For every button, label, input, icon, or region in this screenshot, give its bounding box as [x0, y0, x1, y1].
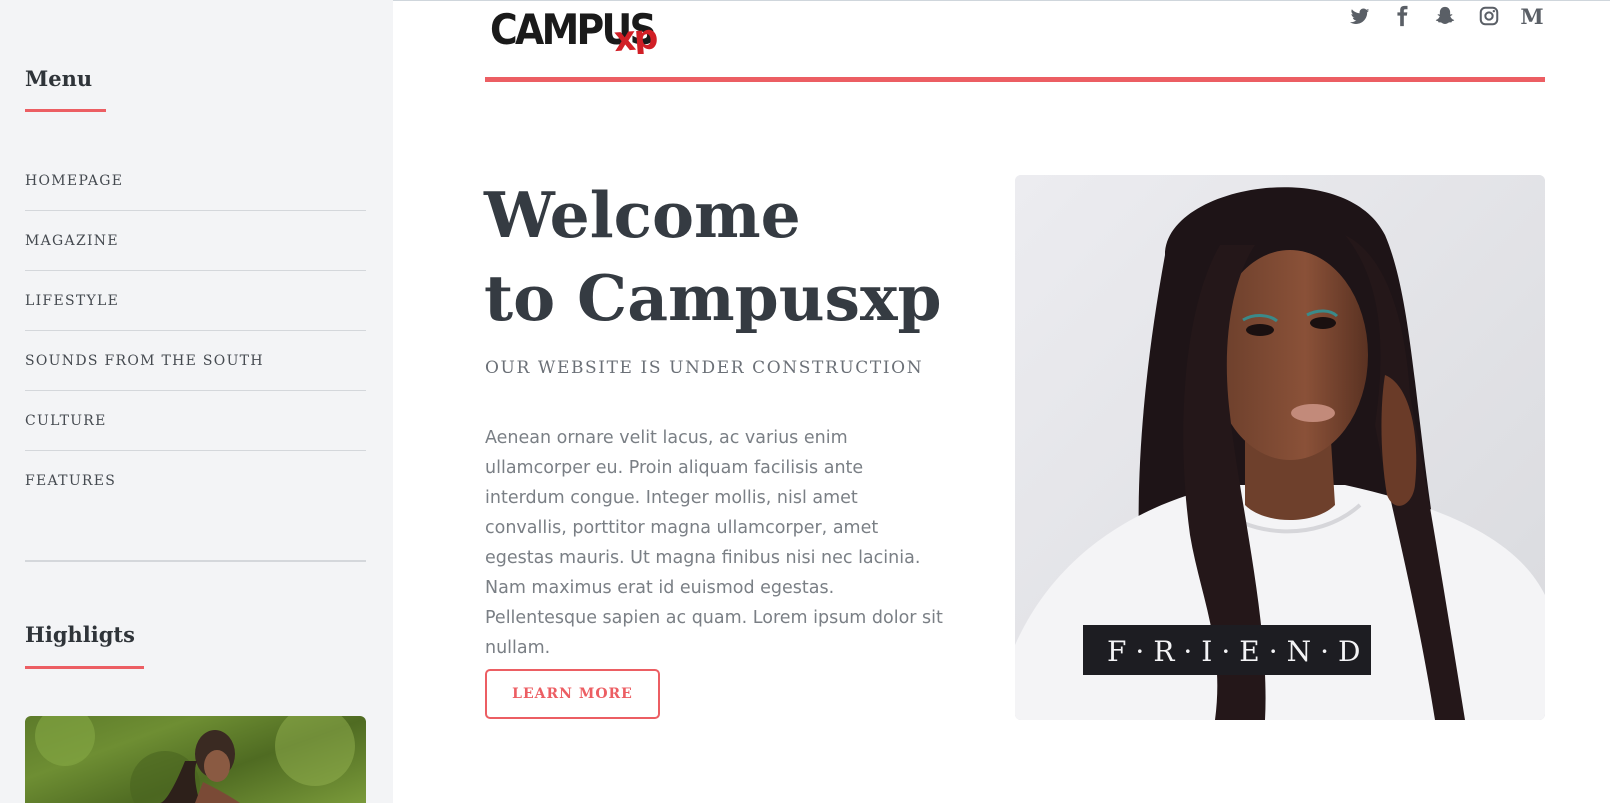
highlight-card-image[interactable] [25, 716, 366, 803]
learn-more-button[interactable]: LEARN MORE [485, 669, 660, 719]
highlights-heading: Highligts [25, 622, 135, 647]
sidebar-item-magazine[interactable]: MAGAZINE [25, 211, 366, 271]
snapchat-icon[interactable] [1433, 4, 1457, 28]
portrait-illustration: F·R·I·E·N·D [1015, 175, 1545, 720]
svg-text:xp: xp [613, 17, 659, 54]
hero-title-line-1: Welcome [484, 178, 801, 252]
menu-divider [25, 560, 366, 562]
sidebar: Menu HOMEPAGE MAGAZINE LIFESTYLE SOUNDS … [0, 0, 393, 803]
sidebar-item-label: MAGAZINE [25, 232, 119, 249]
sidebar-item-label: FEATURES [25, 472, 117, 489]
highlight-photo [35, 716, 355, 803]
sidebar-item-label: CULTURE [25, 412, 107, 429]
hero-title: Welcome to Campusxp [484, 174, 964, 340]
sidebar-item-label: LIFESTYLE [25, 292, 120, 309]
sidebar-item-lifestyle[interactable]: LIFESTYLE [25, 271, 366, 331]
menu-heading: Menu [25, 66, 93, 91]
campusxp-logo[interactable]: CAMPUS xp [490, 0, 660, 60]
shirt-print: F·R·I·E·N·D [1107, 635, 1369, 668]
menu-heading-underline [25, 109, 106, 112]
hero-body-text: Aenean ornare velit lacus, ac varius eni… [485, 428, 943, 658]
logo-mark: CAMPUS xp [490, 6, 659, 60]
instagram-icon[interactable] [1477, 4, 1501, 28]
sidebar-item-label: SOUNDS FROM THE SOUTH [25, 352, 264, 369]
header-accent-rule [485, 77, 1545, 82]
sidebar-item-features[interactable]: FEATURES [25, 451, 366, 510]
sidebar-item-culture[interactable]: CULTURE [25, 391, 366, 451]
highlights-heading-underline [25, 666, 144, 669]
sidebar-menu: HOMEPAGE MAGAZINE LIFESTYLE SOUNDS FROM … [25, 151, 366, 510]
facebook-icon[interactable] [1390, 4, 1414, 28]
sidebar-item-homepage[interactable]: HOMEPAGE [25, 151, 366, 211]
hero-title-line-2: to Campusxp [484, 261, 942, 335]
hero-photo: F·R·I·E·N·D [1015, 175, 1545, 720]
medium-icon[interactable]: M [1520, 4, 1544, 29]
sidebar-item-sounds-from-the-south[interactable]: SOUNDS FROM THE SOUTH [25, 331, 366, 391]
hero-subtitle: OUR WEBSITE IS UNDER CONSTRUCTION [485, 358, 924, 378]
twitter-icon[interactable] [1348, 4, 1372, 28]
sidebar-item-label: HOMEPAGE [25, 172, 124, 189]
